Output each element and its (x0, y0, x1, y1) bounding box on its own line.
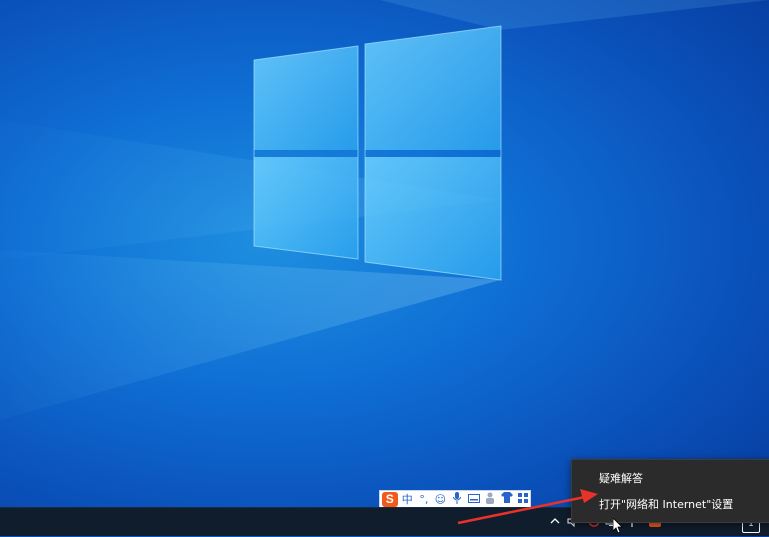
annotation-arrow (457, 489, 598, 525)
mouse-cursor-icon (613, 518, 623, 534)
